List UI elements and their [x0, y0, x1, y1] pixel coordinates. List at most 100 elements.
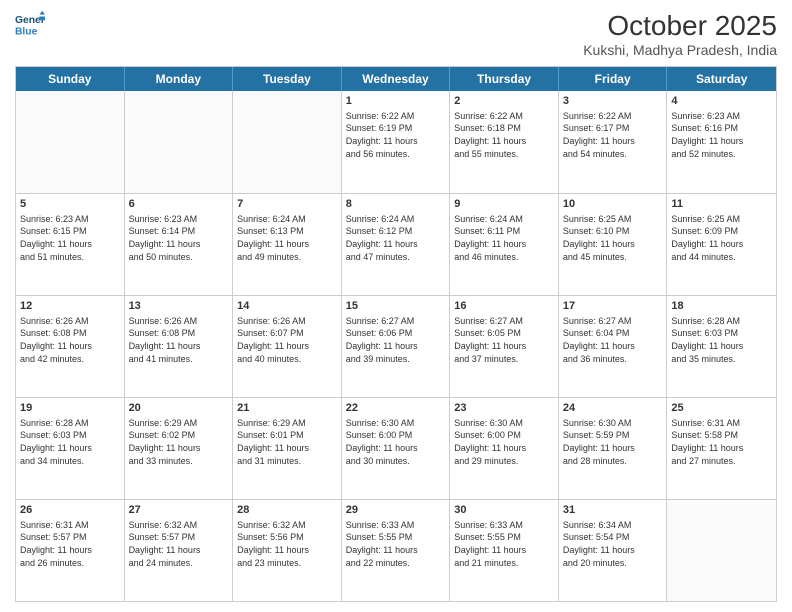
day-number: 26	[20, 503, 120, 518]
day-info: Sunrise: 6:29 AM Sunset: 6:02 PM Dayligh…	[129, 417, 229, 467]
day-info: Sunrise: 6:22 AM Sunset: 6:17 PM Dayligh…	[563, 110, 663, 160]
calendar-cell: 27Sunrise: 6:32 AM Sunset: 5:57 PM Dayli…	[125, 500, 234, 601]
day-number: 3	[563, 94, 663, 109]
day-header-saturday: Saturday	[667, 67, 776, 91]
calendar-cell: 18Sunrise: 6:28 AM Sunset: 6:03 PM Dayli…	[667, 296, 776, 397]
day-number: 23	[454, 401, 554, 416]
calendar-row: 19Sunrise: 6:28 AM Sunset: 6:03 PM Dayli…	[16, 397, 776, 499]
day-info: Sunrise: 6:32 AM Sunset: 5:57 PM Dayligh…	[129, 519, 229, 569]
calendar-cell: 23Sunrise: 6:30 AM Sunset: 6:00 PM Dayli…	[450, 398, 559, 499]
day-info: Sunrise: 6:26 AM Sunset: 6:07 PM Dayligh…	[237, 315, 337, 365]
day-info: Sunrise: 6:30 AM Sunset: 5:59 PM Dayligh…	[563, 417, 663, 467]
day-number: 28	[237, 503, 337, 518]
day-number: 13	[129, 299, 229, 314]
day-number: 14	[237, 299, 337, 314]
day-header-friday: Friday	[559, 67, 668, 91]
calendar-cell: 17Sunrise: 6:27 AM Sunset: 6:04 PM Dayli…	[559, 296, 668, 397]
calendar-body: 1Sunrise: 6:22 AM Sunset: 6:19 PM Daylig…	[16, 91, 776, 601]
day-info: Sunrise: 6:22 AM Sunset: 6:18 PM Dayligh…	[454, 110, 554, 160]
calendar: SundayMondayTuesdayWednesdayThursdayFrid…	[15, 66, 777, 602]
calendar-row: 5Sunrise: 6:23 AM Sunset: 6:15 PM Daylig…	[16, 193, 776, 295]
day-info: Sunrise: 6:27 AM Sunset: 6:06 PM Dayligh…	[346, 315, 446, 365]
day-info: Sunrise: 6:34 AM Sunset: 5:54 PM Dayligh…	[563, 519, 663, 569]
day-number: 20	[129, 401, 229, 416]
day-number: 21	[237, 401, 337, 416]
day-number: 22	[346, 401, 446, 416]
calendar-cell: 20Sunrise: 6:29 AM Sunset: 6:02 PM Dayli…	[125, 398, 234, 499]
day-number: 19	[20, 401, 120, 416]
location: Kukshi, Madhya Pradesh, India	[583, 42, 777, 58]
calendar-cell: 10Sunrise: 6:25 AM Sunset: 6:10 PM Dayli…	[559, 194, 668, 295]
calendar-cell: 4Sunrise: 6:23 AM Sunset: 6:16 PM Daylig…	[667, 91, 776, 193]
calendar-cell: 2Sunrise: 6:22 AM Sunset: 6:18 PM Daylig…	[450, 91, 559, 193]
day-number: 12	[20, 299, 120, 314]
day-info: Sunrise: 6:24 AM Sunset: 6:13 PM Dayligh…	[237, 213, 337, 263]
day-number: 11	[671, 197, 772, 212]
calendar-cell: 8Sunrise: 6:24 AM Sunset: 6:12 PM Daylig…	[342, 194, 451, 295]
svg-text:Blue: Blue	[15, 26, 38, 37]
calendar-cell: 3Sunrise: 6:22 AM Sunset: 6:17 PM Daylig…	[559, 91, 668, 193]
day-info: Sunrise: 6:31 AM Sunset: 5:57 PM Dayligh…	[20, 519, 120, 569]
day-info: Sunrise: 6:31 AM Sunset: 5:58 PM Dayligh…	[671, 417, 772, 467]
title-area: October 2025 Kukshi, Madhya Pradesh, Ind…	[583, 10, 777, 58]
calendar-cell: 29Sunrise: 6:33 AM Sunset: 5:55 PM Dayli…	[342, 500, 451, 601]
calendar-cell	[233, 91, 342, 193]
day-number: 16	[454, 299, 554, 314]
calendar-header: SundayMondayTuesdayWednesdayThursdayFrid…	[16, 67, 776, 91]
day-number: 17	[563, 299, 663, 314]
day-number: 7	[237, 197, 337, 212]
calendar-cell: 6Sunrise: 6:23 AM Sunset: 6:14 PM Daylig…	[125, 194, 234, 295]
day-header-thursday: Thursday	[450, 67, 559, 91]
day-info: Sunrise: 6:24 AM Sunset: 6:11 PM Dayligh…	[454, 213, 554, 263]
page: General Blue October 2025 Kukshi, Madhya…	[0, 0, 792, 612]
day-header-wednesday: Wednesday	[342, 67, 451, 91]
day-info: Sunrise: 6:26 AM Sunset: 6:08 PM Dayligh…	[129, 315, 229, 365]
calendar-cell: 31Sunrise: 6:34 AM Sunset: 5:54 PM Dayli…	[559, 500, 668, 601]
calendar-cell: 11Sunrise: 6:25 AM Sunset: 6:09 PM Dayli…	[667, 194, 776, 295]
day-info: Sunrise: 6:32 AM Sunset: 5:56 PM Dayligh…	[237, 519, 337, 569]
day-number: 1	[346, 94, 446, 109]
calendar-row: 12 Sunrise: 6:26 AM Sunset: 6:08 PM Dayli…	[16, 295, 776, 397]
day-info: Sunrise: 6:33 AM Sunset: 5:55 PM Dayligh…	[346, 519, 446, 569]
day-number: 24	[563, 401, 663, 416]
day-number: 6	[129, 197, 229, 212]
calendar-cell: 13Sunrise: 6:26 AM Sunset: 6:08 PM Dayli…	[125, 296, 234, 397]
day-info: Sunrise: 6:30 AM Sunset: 6:00 PM Dayligh…	[454, 417, 554, 467]
month-title: October 2025	[583, 10, 777, 42]
calendar-cell: 9Sunrise: 6:24 AM Sunset: 6:11 PM Daylig…	[450, 194, 559, 295]
day-number: 30	[454, 503, 554, 518]
day-info: Sunrise: 6:23 AM Sunset: 6:14 PM Dayligh…	[129, 213, 229, 263]
day-header-monday: Monday	[125, 67, 234, 91]
day-info: Sunrise: 6:25 AM Sunset: 6:10 PM Dayligh…	[563, 213, 663, 263]
day-info: Sunrise: 6:28 AM Sunset: 6:03 PM Dayligh…	[20, 417, 120, 467]
calendar-cell: 21Sunrise: 6:29 AM Sunset: 6:01 PM Dayli…	[233, 398, 342, 499]
calendar-row: 26Sunrise: 6:31 AM Sunset: 5:57 PM Dayli…	[16, 499, 776, 601]
calendar-cell: 28Sunrise: 6:32 AM Sunset: 5:56 PM Dayli…	[233, 500, 342, 601]
calendar-cell: 15Sunrise: 6:27 AM Sunset: 6:06 PM Dayli…	[342, 296, 451, 397]
calendar-cell: 19Sunrise: 6:28 AM Sunset: 6:03 PM Dayli…	[16, 398, 125, 499]
calendar-cell: 5Sunrise: 6:23 AM Sunset: 6:15 PM Daylig…	[16, 194, 125, 295]
day-info: Sunrise: 6:28 AM Sunset: 6:03 PM Dayligh…	[671, 315, 772, 365]
day-number: 29	[346, 503, 446, 518]
day-info: Sunrise: 6:29 AM Sunset: 6:01 PM Dayligh…	[237, 417, 337, 467]
day-number: 31	[563, 503, 663, 518]
calendar-cell	[16, 91, 125, 193]
day-info: Sunrise: 6:23 AM Sunset: 6:15 PM Dayligh…	[20, 213, 120, 263]
calendar-cell	[125, 91, 234, 193]
day-info: Sunrise: 6:30 AM Sunset: 6:00 PM Dayligh…	[346, 417, 446, 467]
day-info: Sunrise: 6:22 AM Sunset: 6:19 PM Dayligh…	[346, 110, 446, 160]
day-info: Sunrise: 6:23 AM Sunset: 6:16 PM Dayligh…	[671, 110, 772, 160]
calendar-cell: 24Sunrise: 6:30 AM Sunset: 5:59 PM Dayli…	[559, 398, 668, 499]
logo: General Blue	[15, 10, 45, 38]
day-number: 25	[671, 401, 772, 416]
header: General Blue October 2025 Kukshi, Madhya…	[15, 10, 777, 58]
calendar-cell: 25Sunrise: 6:31 AM Sunset: 5:58 PM Dayli…	[667, 398, 776, 499]
day-number: 15	[346, 299, 446, 314]
day-number: 5	[20, 197, 120, 212]
calendar-cell: 16Sunrise: 6:27 AM Sunset: 6:05 PM Dayli…	[450, 296, 559, 397]
day-info: Sunrise: 6:27 AM Sunset: 6:04 PM Dayligh…	[563, 315, 663, 365]
calendar-cell: 14Sunrise: 6:26 AM Sunset: 6:07 PM Dayli…	[233, 296, 342, 397]
day-number: 2	[454, 94, 554, 109]
day-number: 27	[129, 503, 229, 518]
calendar-cell: 12Sunrise: 6:26 AM Sunset: 6:08 PM Dayli…	[16, 296, 125, 397]
